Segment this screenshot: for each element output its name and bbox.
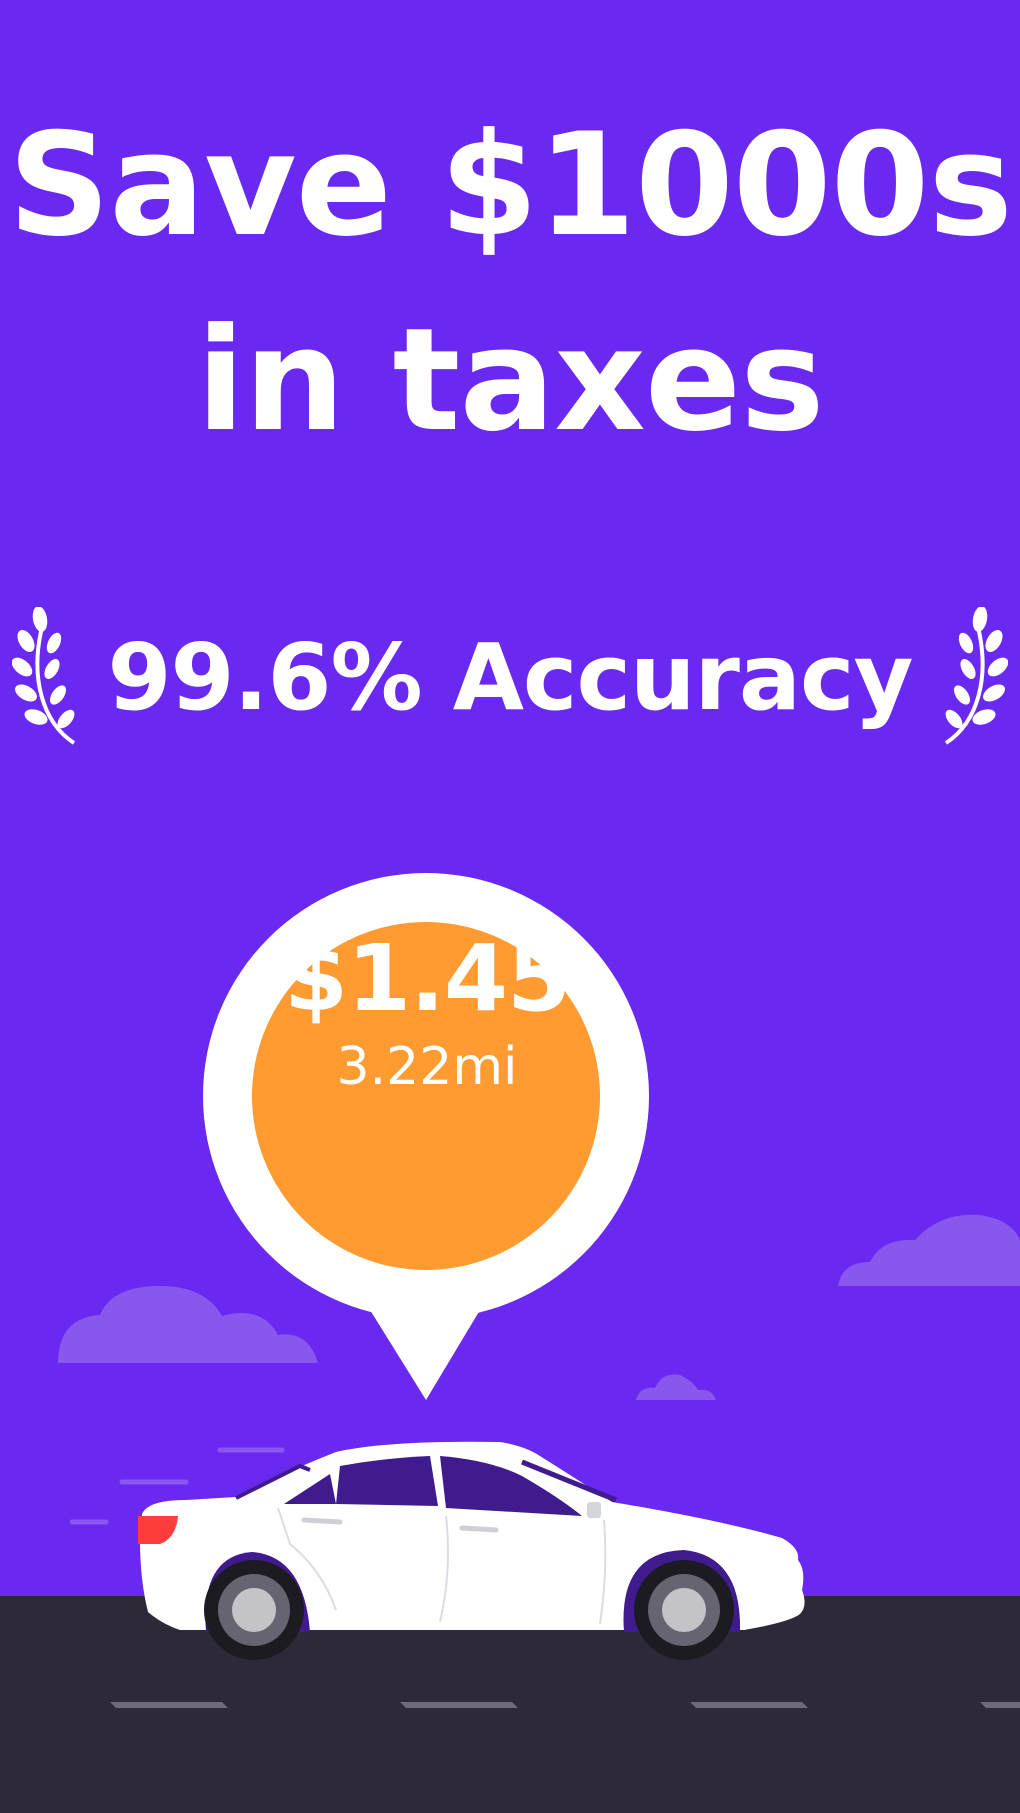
front-wheel: [634, 1560, 734, 1660]
promo-screen: Save $1000s in taxes 99.6% Accuracy $1.4…: [0, 0, 1020, 1813]
pin-label: $1.45 3.22mi: [252, 924, 602, 1100]
cloud-right: [838, 1214, 1020, 1286]
car: [138, 1441, 805, 1660]
pin-amount: $1.45: [283, 925, 571, 1032]
illustration: [0, 873, 1020, 1813]
pin-distance: 3.22mi: [336, 1037, 518, 1097]
cloud-left: [58, 1286, 318, 1363]
rear-wheel: [204, 1560, 304, 1660]
cloud-small: [636, 1374, 716, 1400]
